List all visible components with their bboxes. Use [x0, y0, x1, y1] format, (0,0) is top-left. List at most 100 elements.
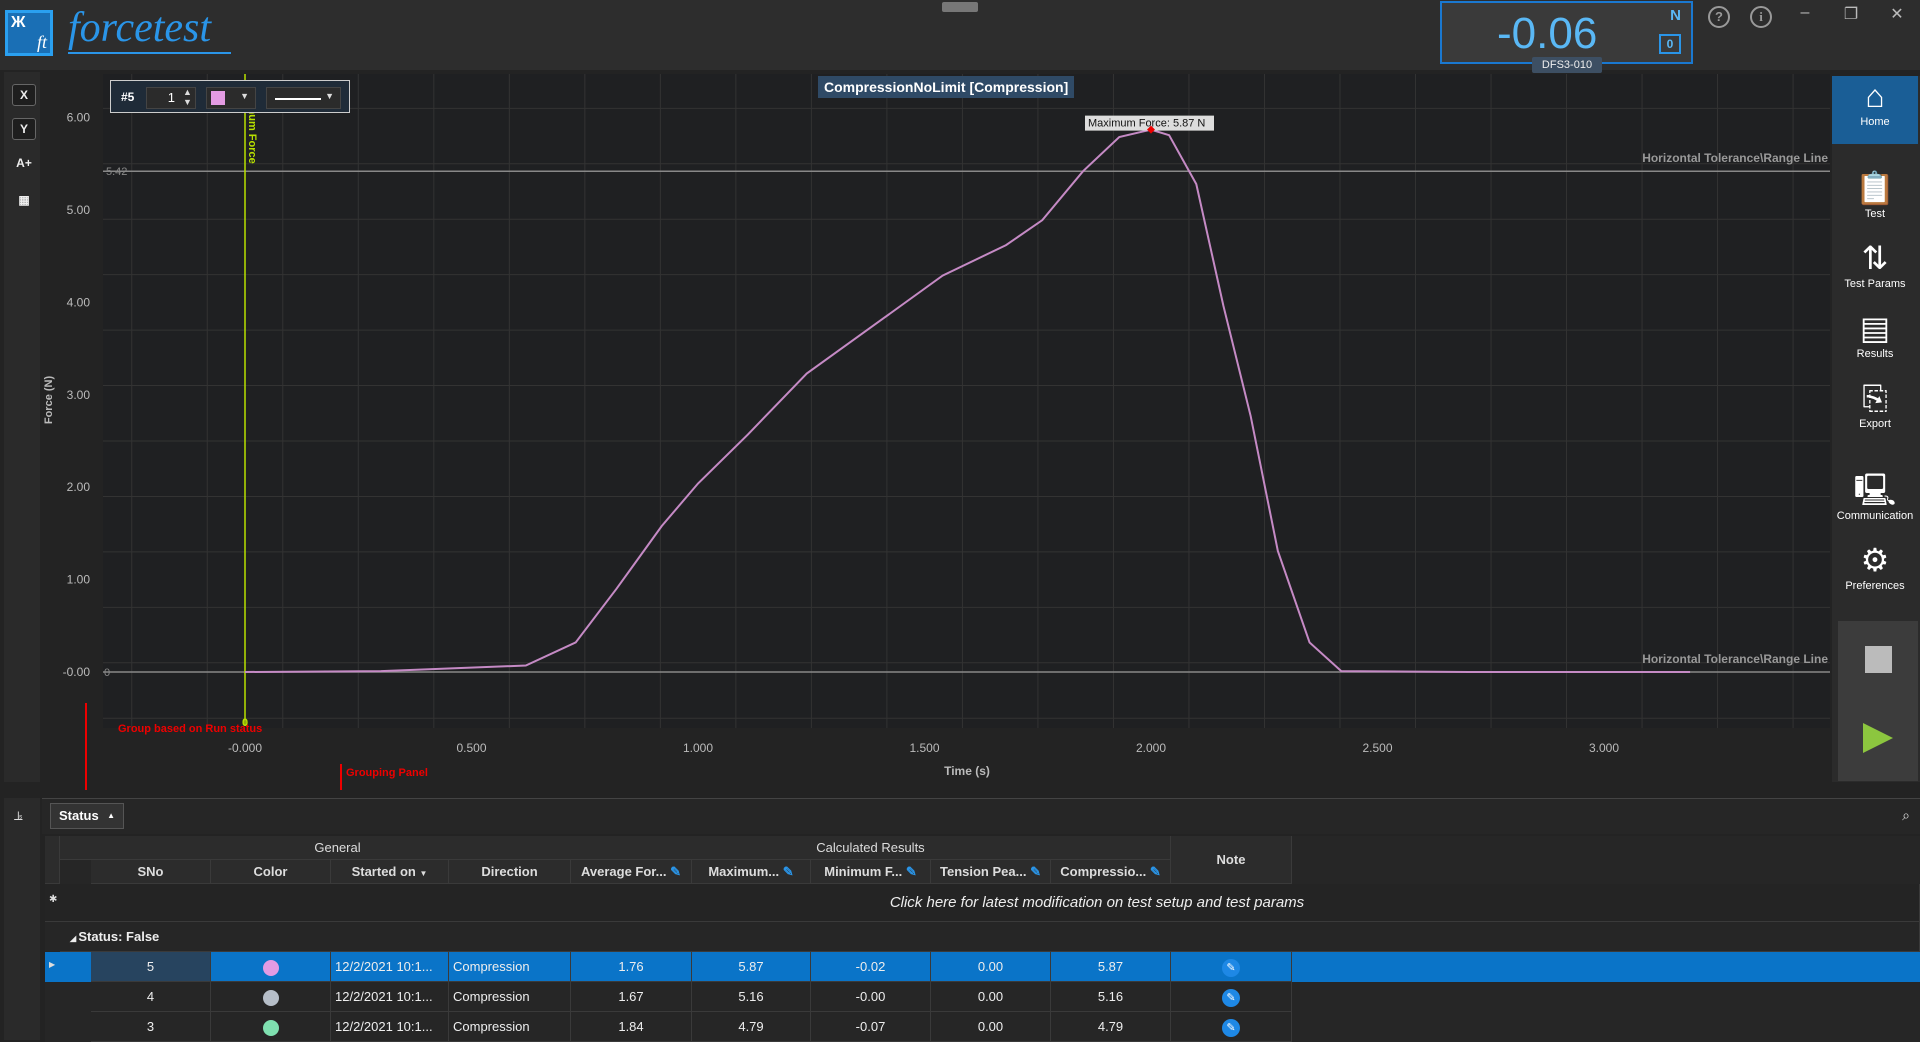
- cell-min[interactable]: -0.07: [811, 1012, 931, 1042]
- preferences-icon: ⚙: [1860, 542, 1890, 578]
- group-chip-status[interactable]: Status ▲: [50, 803, 124, 829]
- cell-tension[interactable]: 0.00: [931, 952, 1051, 982]
- cell-color[interactable]: [211, 952, 331, 982]
- restore-button[interactable]: ❐: [1836, 4, 1866, 24]
- y-axis-icon[interactable]: Y: [12, 118, 36, 140]
- info-icon[interactable]: i: [1750, 6, 1772, 28]
- table-row[interactable]: 4 12/2/2021 10:1... Compression 1.67 5.16 -0.…: [45, 982, 1920, 1012]
- cell-note[interactable]: ✎: [1171, 1012, 1292, 1042]
- cell-compression[interactable]: 5.87: [1051, 952, 1171, 982]
- column-header-started[interactable]: Started on ▼: [331, 860, 449, 884]
- column-header-note[interactable]: Note: [1171, 836, 1292, 884]
- nav-results[interactable]: ▤ Results: [1832, 308, 1918, 360]
- y-tick-label: 3.00: [67, 388, 91, 402]
- annotation-icon[interactable]: A+: [12, 153, 36, 175]
- grouping-panel[interactable]: ⌕: [42, 798, 1920, 834]
- cell-color[interactable]: [211, 1012, 331, 1042]
- cell-avg[interactable]: 1.84: [571, 1012, 692, 1042]
- nav-preferences[interactable]: ⚙ Preferences: [1832, 540, 1918, 592]
- table-row[interactable]: 3 12/2/2021 10:1... Compression 1.84 4.79 -0.…: [45, 1012, 1920, 1042]
- cell-note[interactable]: ✎: [1171, 982, 1292, 1012]
- cell-min[interactable]: -0.00: [811, 982, 931, 1012]
- x-tick-label: 1.000: [683, 741, 713, 755]
- edit-note-icon[interactable]: ✎: [1222, 1018, 1240, 1037]
- cell-max[interactable]: 5.16: [692, 982, 811, 1012]
- cell-max[interactable]: 4.79: [692, 1012, 811, 1042]
- help-icon[interactable]: ?: [1708, 6, 1730, 28]
- edit-column-icon[interactable]: ✎: [783, 864, 794, 879]
- table-row[interactable]: ▶ 5 12/2/2021 10:1... Compression 1.76 5.87 -0…: [45, 952, 1920, 982]
- stop-button[interactable]: [1865, 646, 1892, 673]
- cell-avg[interactable]: 1.76: [571, 952, 692, 982]
- cell-direction[interactable]: Compression: [449, 952, 571, 982]
- cell-started[interactable]: 12/2/2021 10:1...: [331, 952, 449, 982]
- group-header-calculated: Calculated Results: [571, 836, 1171, 860]
- column-header-sno[interactable]: SNo: [91, 860, 211, 884]
- cell-started[interactable]: 12/2/2021 10:1...: [331, 1012, 449, 1042]
- cell-sno[interactable]: 4: [91, 982, 211, 1012]
- x-axis-icon[interactable]: X: [12, 84, 36, 106]
- cell-min[interactable]: -0.02: [811, 952, 931, 982]
- run-controls: [1838, 621, 1918, 781]
- tolerance-lower-label: Horizontal Tolerance\Range Line: [1642, 652, 1828, 666]
- column-header-direction[interactable]: Direction: [449, 860, 571, 884]
- callout-grouping-panel: Grouping Panel: [346, 767, 428, 779]
- cell-compression[interactable]: 4.79: [1051, 1012, 1171, 1042]
- chart-toggle-icon[interactable]: ⫡: [14, 808, 23, 824]
- tolerance-upper-label: Horizontal Tolerance\Range Line: [1642, 151, 1828, 165]
- group-row-status[interactable]: ◢ Status: False: [60, 922, 1920, 952]
- edit-column-icon[interactable]: ✎: [906, 864, 917, 879]
- home-icon: ⌂: [1865, 78, 1885, 114]
- nav-home[interactable]: ⌂ Home: [1832, 76, 1918, 144]
- search-icon[interactable]: ⌕: [1902, 807, 1910, 824]
- edit-note-icon[interactable]: ✎: [1222, 988, 1240, 1007]
- chevron-down-icon: ▼: [325, 91, 334, 101]
- cell-started[interactable]: 12/2/2021 10:1...: [331, 982, 449, 1012]
- main-navigation: ⌂ Home 📋 Test ⇅ Test Params ▤ Results ⎘ Expor…: [1832, 76, 1920, 782]
- y-axis-label: Force (N): [43, 376, 55, 425]
- close-button[interactable]: ✕: [1882, 4, 1912, 24]
- x-axis-label: Time (s): [944, 764, 990, 778]
- cell-avg[interactable]: 1.67: [571, 982, 692, 1012]
- column-header-min[interactable]: Minimum F... ✎: [811, 860, 931, 884]
- cell-sno[interactable]: 3: [91, 1012, 211, 1042]
- play-button[interactable]: [1863, 723, 1893, 753]
- app-logo-text: forcetest: [68, 4, 232, 54]
- force-time-chart[interactable]: -0.000 0.500 1.000 1.500 2.000 2.500 3.0006.00…: [42, 70, 1830, 790]
- column-header-tension[interactable]: Tension Pea... ✎: [931, 860, 1051, 884]
- edit-note-icon[interactable]: ✎: [1222, 958, 1240, 977]
- cell-color[interactable]: [211, 982, 331, 1012]
- series-color-dropdown[interactable]: ▼: [206, 87, 256, 109]
- column-header-avg[interactable]: Average For... ✎: [571, 860, 692, 884]
- cell-direction[interactable]: Compression: [449, 982, 571, 1012]
- nav-test[interactable]: 📋 Test: [1832, 168, 1918, 220]
- stepper-arrows-icon[interactable]: ▲ ▼: [183, 87, 192, 107]
- column-header-color[interactable]: Color: [211, 860, 331, 884]
- cell-note[interactable]: ✎: [1171, 952, 1292, 982]
- cell-tension[interactable]: 0.00: [931, 1012, 1051, 1042]
- cell-tension[interactable]: 0.00: [931, 982, 1051, 1012]
- line-style-dropdown[interactable]: ▼: [266, 87, 341, 109]
- zero-button[interactable]: 0: [1659, 34, 1681, 54]
- drag-handle[interactable]: [942, 2, 978, 12]
- edit-column-icon[interactable]: ✎: [1030, 864, 1041, 879]
- edit-column-icon[interactable]: ✎: [1150, 864, 1161, 879]
- nav-export[interactable]: ⎘ Export: [1832, 378, 1918, 430]
- tolerance-lower-value: 0: [104, 667, 110, 679]
- cell-sno[interactable]: 5: [91, 952, 211, 982]
- y-tick-label: 2.00: [67, 480, 91, 494]
- column-header-compression[interactable]: Compressio... ✎: [1051, 860, 1171, 884]
- column-header-max[interactable]: Maximum... ✎: [692, 860, 811, 884]
- cell-max[interactable]: 5.87: [692, 952, 811, 982]
- edit-column-icon[interactable]: ✎: [670, 864, 681, 879]
- table-icon[interactable]: ▦: [12, 190, 36, 212]
- communication-icon: 🖳: [1853, 472, 1897, 508]
- nav-communication[interactable]: 🖳 Communication: [1832, 470, 1918, 522]
- nav-test-params[interactable]: ⇅ Test Params: [1832, 238, 1918, 290]
- series-selector: #5 1 ▲ ▼ ▼ ▼: [110, 80, 350, 113]
- results-grid: General Calculated Results SNo Color Started…: [45, 836, 1920, 1042]
- minimize-button[interactable]: –: [1790, 4, 1820, 22]
- new-row-prompt[interactable]: Click here for latest modification on te…: [45, 884, 1920, 922]
- cell-direction[interactable]: Compression: [449, 1012, 571, 1042]
- cell-compression[interactable]: 5.16: [1051, 982, 1171, 1012]
